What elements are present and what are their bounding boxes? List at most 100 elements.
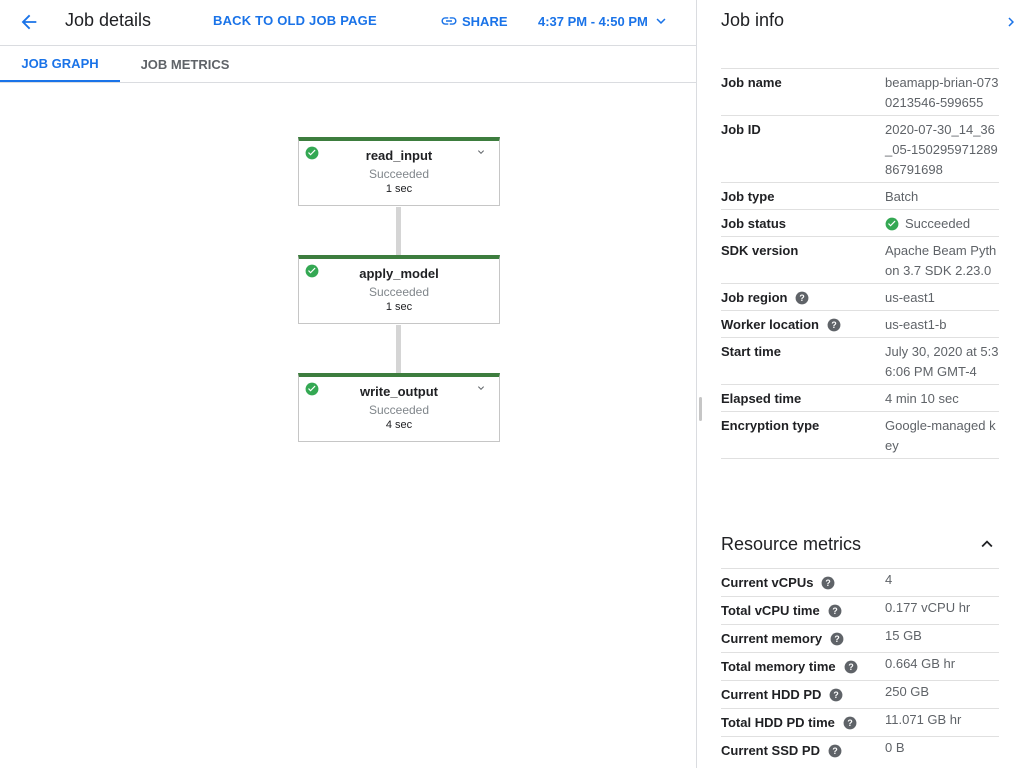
tab-job-graph[interactable]: JOB GRAPH <box>0 46 120 82</box>
metric-row: Total vCPU time ? 0.177 vCPU hr <box>721 596 999 624</box>
tab-job-metrics[interactable]: JOB METRICS <box>120 46 250 82</box>
info-key-with-help: Job region ? <box>721 288 885 308</box>
metric-value: 15 GB <box>885 628 922 643</box>
info-row-job-id: Job ID 2020-07-30_14_36_05-1502959712898… <box>721 115 999 182</box>
info-row-job-status: Job status Succeeded <box>721 209 999 236</box>
metric-key: Current memory ? <box>721 629 885 652</box>
metric-row: Current HDD PD ? 250 GB <box>721 680 999 708</box>
info-value: July 30, 2020 at 5:36:06 PM GMT-4 <box>885 344 999 379</box>
graph-node-apply-model[interactable]: apply_model Succeeded 1 sec <box>298 255 500 324</box>
metric-value: 0 B <box>885 740 905 755</box>
metric-key: Total vCPU time ? <box>721 601 885 624</box>
metric-value: 4 <box>885 572 893 587</box>
page-title: Job details <box>65 10 152 30</box>
help-icon[interactable]: ? <box>828 744 842 758</box>
metric-label: Current HDD PD <box>721 687 822 702</box>
share-button[interactable]: SHARE <box>440 12 508 30</box>
link-icon <box>441 17 457 25</box>
info-row-job-name: Job name beamapp-brian-0730213546-599655 <box>721 68 999 115</box>
help-icon[interactable]: ? <box>844 660 858 674</box>
node-name: apply_model <box>359 266 439 281</box>
help-icon[interactable]: ? <box>830 632 844 646</box>
chevron-up-icon[interactable] <box>976 533 998 555</box>
metric-label: Total memory time <box>721 659 836 674</box>
arrow-back-icon[interactable] <box>18 11 40 33</box>
help-icon[interactable]: ? <box>829 688 843 702</box>
metric-row: Current memory ? 15 GB <box>721 624 999 652</box>
help-icon[interactable]: ? <box>843 716 857 730</box>
svg-text:?: ? <box>848 662 853 672</box>
info-key-label: Worker location <box>721 317 820 332</box>
back-to-old-job-page-link[interactable]: BACK TO OLD JOB PAGE <box>213 13 377 28</box>
svg-text:?: ? <box>831 320 836 330</box>
info-key-with-help: Worker location ? <box>721 315 885 335</box>
metric-key: Total HDD PD time ? <box>721 713 885 736</box>
metric-key: Current HDD PD ? <box>721 685 885 708</box>
metric-row: Total HDD PD time ? 11.071 GB hr <box>721 708 999 736</box>
node-status: Succeeded <box>368 285 430 299</box>
metric-value: 250 GB <box>885 684 930 699</box>
info-value: beamapp-brian-0730213546-599655 <box>885 75 999 110</box>
svg-text:?: ? <box>834 634 839 644</box>
info-key: Start time <box>721 344 781 359</box>
info-key: Encryption type <box>721 418 820 433</box>
chevron-right-icon[interactable] <box>1002 13 1020 31</box>
metric-label: Total vCPU time <box>721 603 820 618</box>
svg-text:?: ? <box>847 718 852 728</box>
job-graph: read_input Succeeded 1 sec apply_model S… <box>0 83 696 768</box>
chevron-down-icon <box>656 18 666 24</box>
info-key: Elapsed time <box>721 391 802 406</box>
graph-edge <box>396 207 401 256</box>
info-value: Succeeded <box>905 216 971 231</box>
info-value: Batch <box>885 189 919 204</box>
info-row-encryption-type: Encryption type Google-managed key <box>721 411 999 459</box>
info-row-worker-location: Worker location ? us-east1-b <box>721 310 999 337</box>
job-details-header: Job details BACK TO OLD JOB PAGE SHARE 4… <box>0 0 696 46</box>
svg-text:?: ? <box>800 293 805 303</box>
share-label: SHARE <box>462 13 508 29</box>
info-value: us-east1 <box>885 290 935 305</box>
info-row-elapsed-time: Elapsed time 4 min 10 sec <box>721 384 999 411</box>
info-value: 2020-07-30_14_36_05-15029597128986791698 <box>885 122 998 177</box>
metric-label: Current SSD PD <box>721 743 820 758</box>
job-info-panel: Job info Job name beamapp-brian-07302135… <box>697 0 1025 768</box>
info-row-job-region: Job region ? us-east1 <box>721 283 999 310</box>
node-status: Succeeded <box>368 167 430 181</box>
metric-key: Current vCPUs ? <box>721 573 885 596</box>
help-icon[interactable]: ? <box>827 318 841 332</box>
graph-node-write-output[interactable]: write_output Succeeded 4 sec <box>298 373 500 442</box>
time-range-label: 4:37 PM - 4:50 PM <box>538 13 648 29</box>
node-duration: 1 sec <box>385 183 413 195</box>
metric-label: Total HDD PD time <box>721 715 835 730</box>
metric-row: Total memory time ? 0.664 GB hr <box>721 652 999 680</box>
help-icon[interactable]: ? <box>828 604 842 618</box>
info-value: us-east1-b <box>885 317 947 332</box>
node-status: Succeeded <box>368 403 430 417</box>
info-key: SDK version <box>721 243 799 258</box>
help-icon[interactable]: ? <box>795 291 809 305</box>
info-key-label: Job region <box>721 290 788 305</box>
graph-node-read-input[interactable]: read_input Succeeded 1 sec <box>298 137 500 206</box>
job-details-pane: Job details BACK TO OLD JOB PAGE SHARE 4… <box>0 0 697 768</box>
svg-text:?: ? <box>826 578 831 588</box>
metric-key: Total memory time ? <box>721 657 885 680</box>
info-value: Google-managed key <box>885 418 996 453</box>
node-duration: 1 sec <box>385 301 413 313</box>
job-info-title: Job info <box>721 10 785 30</box>
svg-text:?: ? <box>832 606 837 616</box>
info-value: Apache Beam Python 3.7 SDK 2.23.0 <box>885 243 997 278</box>
metric-value: 0.177 vCPU hr <box>885 600 971 615</box>
help-icon[interactable]: ? <box>821 576 835 590</box>
time-range-selector[interactable]: 4:37 PM - 4:50 PM <box>538 12 670 30</box>
metric-value: 0.664 GB hr <box>885 656 956 671</box>
resource-metrics-title: Resource metrics <box>721 534 862 554</box>
job-status-value: Succeeded <box>885 214 999 234</box>
node-name: read_input <box>365 148 433 163</box>
svg-text:?: ? <box>834 690 839 700</box>
info-row-sdk-version: SDK version Apache Beam Python 3.7 SDK 2… <box>721 236 999 283</box>
metric-label: Current vCPUs <box>721 575 814 590</box>
info-key: Job status <box>721 216 787 231</box>
info-key: Job type <box>721 189 775 204</box>
info-row-start-time: Start time July 30, 2020 at 5:36:06 PM G… <box>721 337 999 384</box>
metric-value: 11.071 GB hr <box>885 712 962 727</box>
